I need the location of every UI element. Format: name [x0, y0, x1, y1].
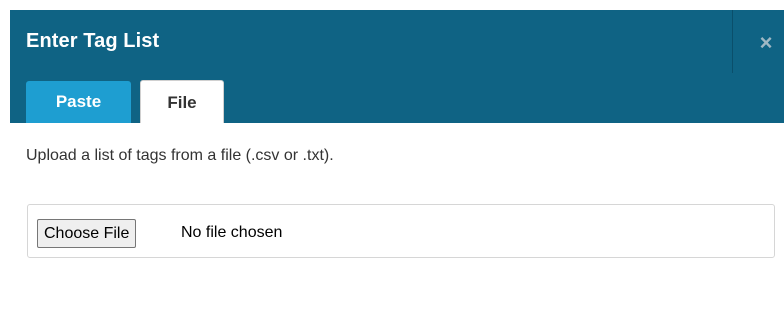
- header-divider: [732, 10, 733, 73]
- choose-file-button[interactable]: Choose File: [37, 219, 137, 248]
- tab-file-label: File: [167, 92, 197, 112]
- tab-paste[interactable]: Paste: [26, 81, 131, 123]
- file-status-text: No file chosen: [181, 224, 283, 241]
- dialog-header: Enter Tag List × Paste File: [10, 10, 784, 124]
- dialog-title: Enter Tag List: [26, 30, 160, 52]
- tab-file[interactable]: File: [140, 80, 224, 124]
- enter-tag-list-dialog: Enter Tag List × Paste File Upload a lis…: [0, 0, 784, 321]
- file-input-container: Choose File No file chosen: [27, 204, 775, 258]
- dialog-content: Upload a list of tags from a file (.csv …: [10, 123, 784, 321]
- close-icon[interactable]: ×: [754, 31, 778, 55]
- tab-paste-label: Paste: [55, 92, 102, 111]
- upload-description: Upload a list of tags from a file (.csv …: [26, 147, 334, 164]
